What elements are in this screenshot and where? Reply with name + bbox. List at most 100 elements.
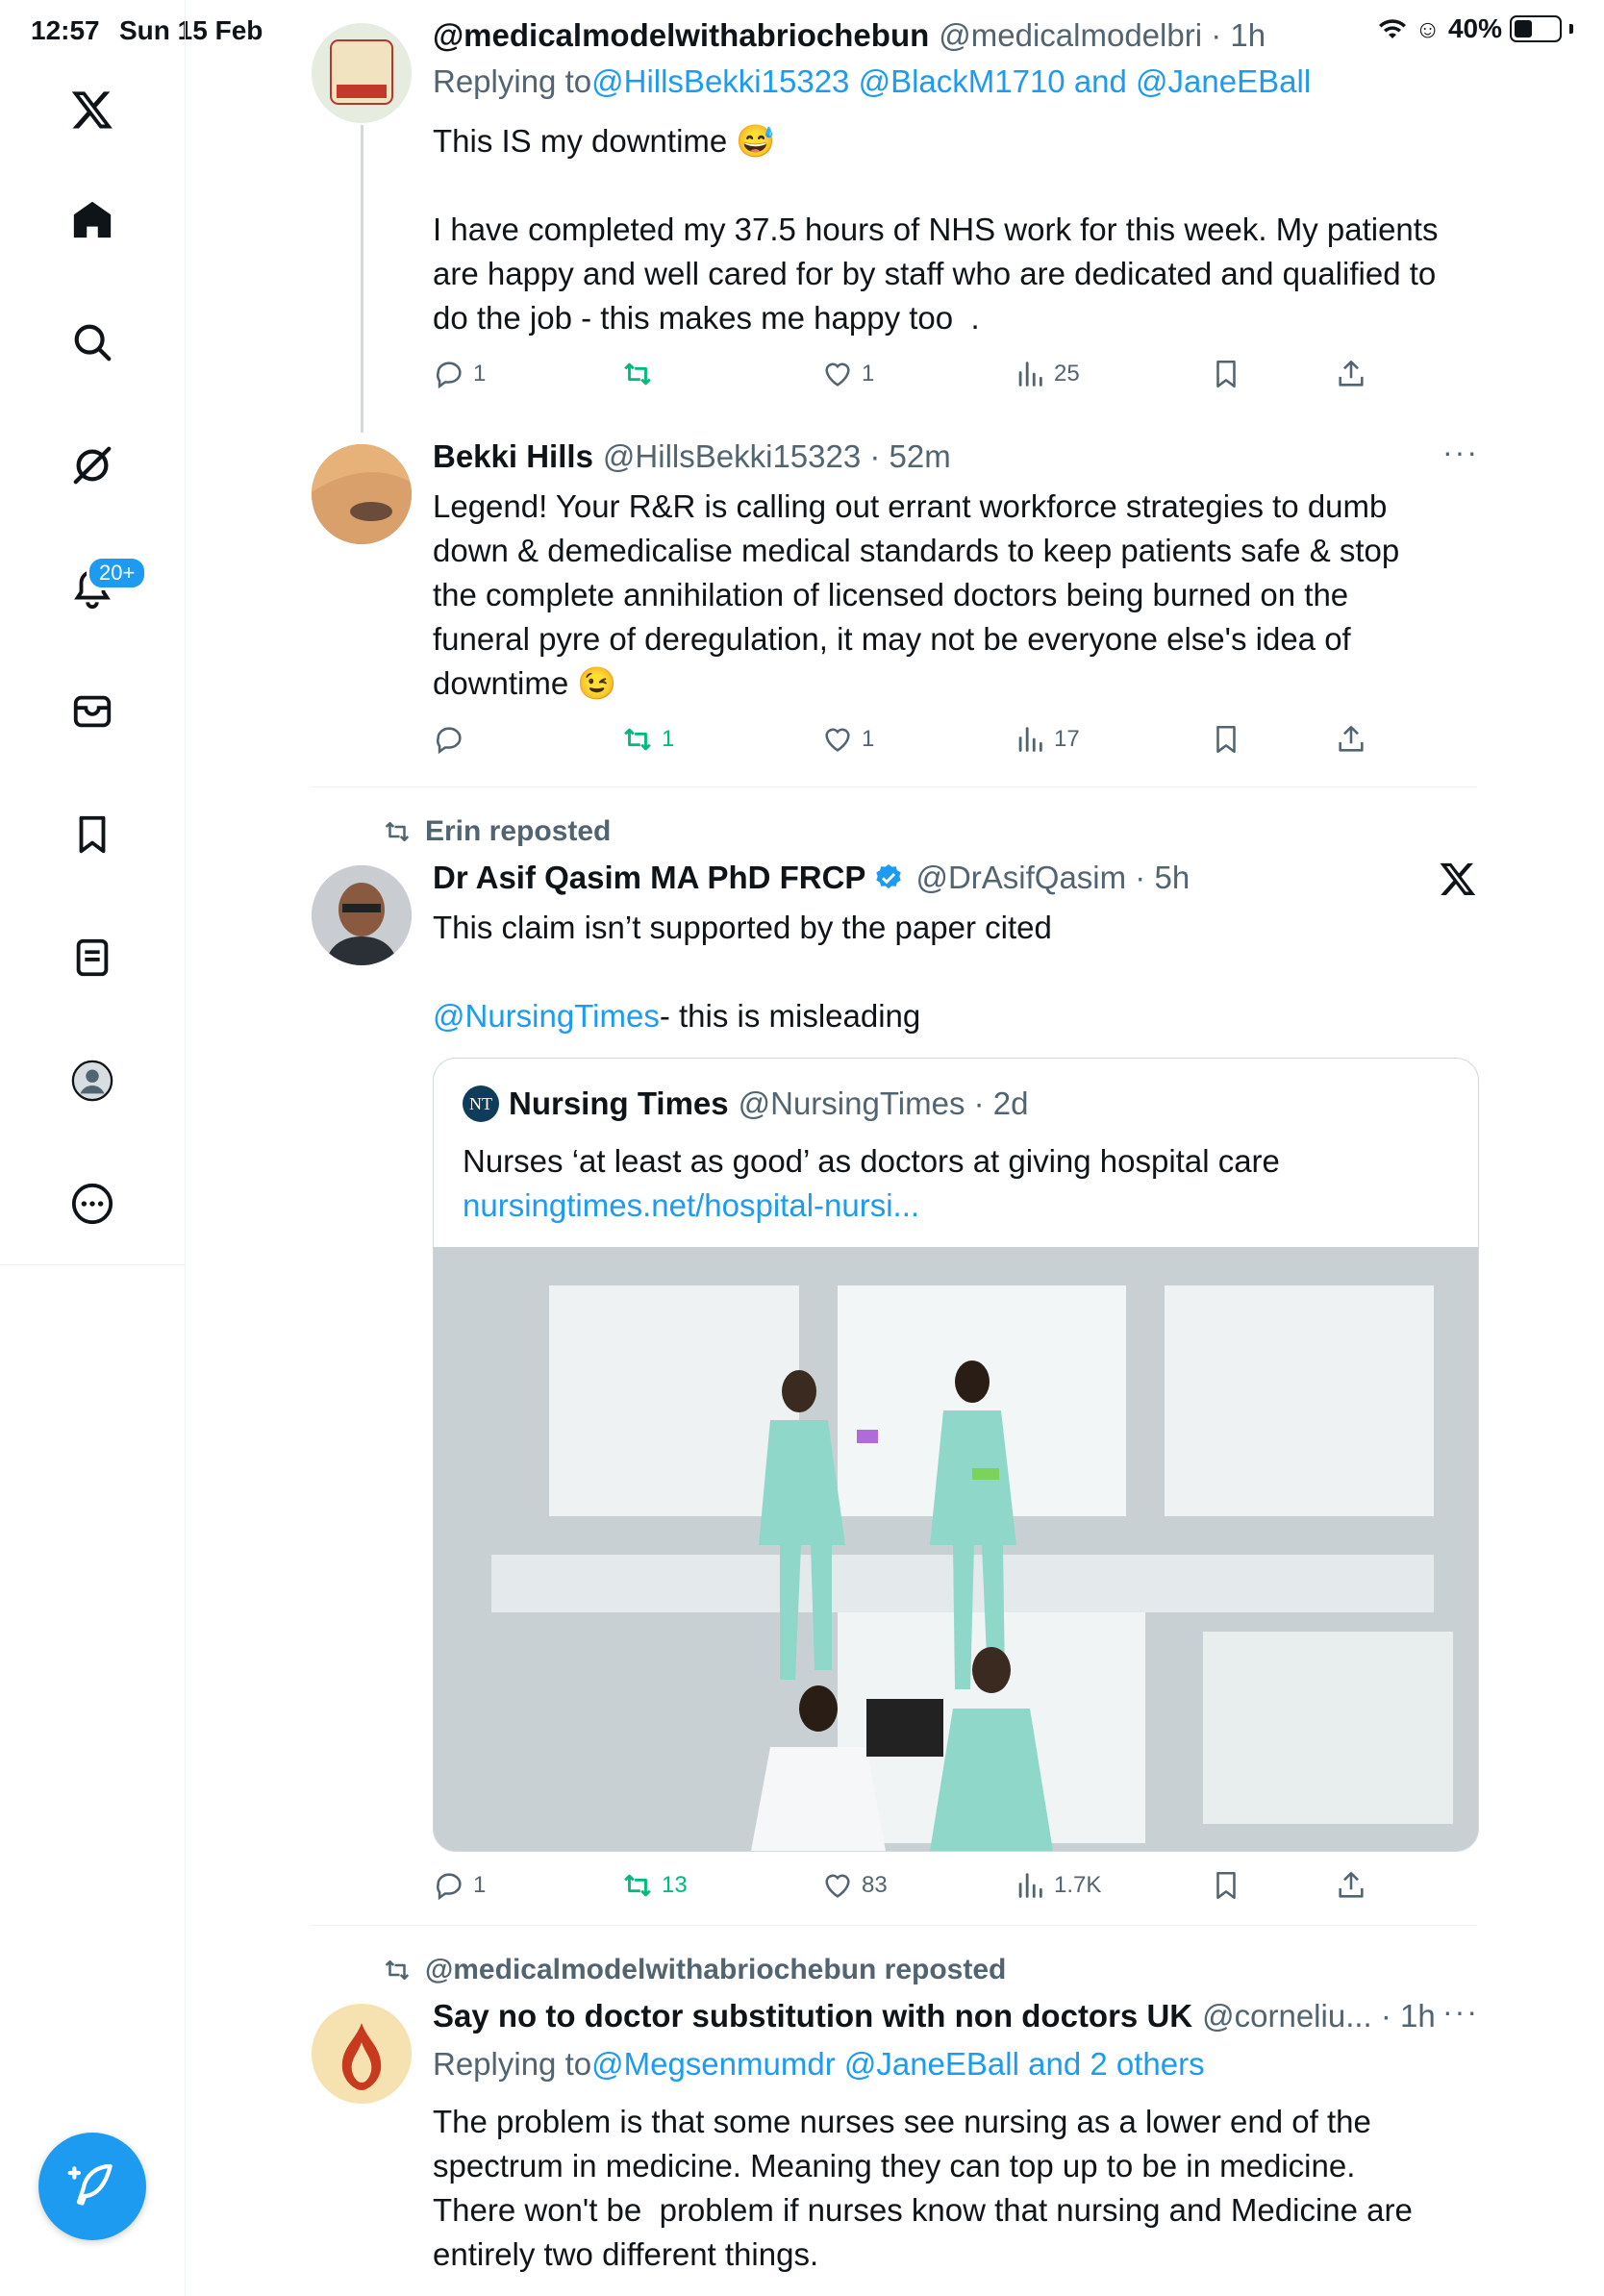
sidebar-divider <box>0 1264 185 1265</box>
tweet-text-line: This IS my downtime 😅 <box>433 123 776 159</box>
author-name[interactable]: Bekki Hills <box>433 438 593 475</box>
quote-time: 2d <box>992 1086 1029 1121</box>
quote-author-handle: @NursingTimes <box>738 1086 965 1121</box>
bookmark-icon <box>1216 725 1236 754</box>
profile-icon[interactable] <box>63 1052 121 1110</box>
bookmark-button[interactable] <box>1210 723 1242 756</box>
x-logo-icon[interactable] <box>63 81 121 138</box>
repost-count: 13 <box>662 1872 688 1898</box>
reply-icon <box>437 1873 462 1901</box>
repost-icon <box>385 1960 410 1980</box>
tweet-time[interactable]: 52m <box>890 438 951 475</box>
share-icon <box>1339 360 1364 387</box>
share-button[interactable] <box>1335 1869 1367 1902</box>
mention-link[interactable]: @NursingTimes <box>433 994 660 1038</box>
author-name[interactable]: @medicalmodelwithabriochebun <box>433 17 929 54</box>
replying-mentions[interactable]: @HillsBekki15323 @BlackM1710 and @JaneEB… <box>591 63 1311 100</box>
share-icon <box>1339 1871 1364 1898</box>
tweet-actions: 1 1 17 <box>433 723 1394 761</box>
compose-button[interactable] <box>38 2133 146 2240</box>
avatar[interactable] <box>312 444 412 544</box>
views-icon <box>1018 1873 1042 1898</box>
avatar[interactable] <box>312 2004 412 2104</box>
tweet-time[interactable]: 5h <box>1154 860 1190 896</box>
lists-icon[interactable] <box>63 929 121 986</box>
home-icon[interactable] <box>63 190 121 248</box>
repost-icon <box>624 1874 651 1897</box>
avatar[interactable] <box>312 865 412 965</box>
view-count: 25 <box>1054 361 1080 387</box>
author-handle[interactable]: @HillsBekki15323 <box>603 438 861 475</box>
view-count: 17 <box>1054 726 1080 752</box>
heart-icon <box>825 1874 850 1898</box>
compose-feather-icon <box>67 2163 113 2206</box>
author-name[interactable]: Dr Asif Qasim MA PhD FRCP <box>433 860 865 896</box>
bookmark-button[interactable] <box>1210 1869 1242 1902</box>
repost-button[interactable]: 13 <box>621 1869 688 1902</box>
reply-count: 1 <box>473 361 487 387</box>
repost-icon <box>624 728 651 751</box>
replying-prefix: Replying to <box>433 63 592 99</box>
tweet-header: Dr Asif Qasim MA PhD FRCP @DrAsifQasim ·… <box>433 860 1190 896</box>
share-button[interactable] <box>1335 358 1367 390</box>
bookmarks-icon[interactable] <box>63 806 121 863</box>
tweet-actions: 1 13 83 1.7K <box>433 1869 1394 1908</box>
avatar[interactable] <box>312 23 412 123</box>
repost-count: 1 <box>662 726 675 752</box>
like-button[interactable]: 83 <box>821 1869 888 1902</box>
author-handle[interactable]: @corneliu... <box>1202 1998 1372 2034</box>
more-icon[interactable] <box>63 1175 121 1233</box>
share-button[interactable] <box>1335 723 1367 756</box>
repost-button[interactable]: 1 <box>621 723 674 756</box>
screen-record-icon: ☺ <box>1415 13 1441 43</box>
views-icon <box>1018 362 1042 387</box>
notifications-badge: 20+ <box>87 556 148 590</box>
replying-prefix: Replying to <box>433 2046 592 2082</box>
views-button[interactable]: 25 <box>1014 358 1080 390</box>
grok-icon[interactable] <box>63 437 121 494</box>
thread-line <box>361 125 363 433</box>
tweet-divider <box>311 1925 1477 1926</box>
views-icon <box>1018 727 1042 752</box>
tweet-text: Legend! Your R&R is calling out errant w… <box>433 488 1400 701</box>
repost-button[interactable] <box>621 358 662 390</box>
view-count: 1.7K <box>1054 1872 1102 1898</box>
author-name[interactable]: Say no to doctor substitution with non d… <box>433 1998 1192 2034</box>
reply-button[interactable]: 1 <box>433 1869 486 1902</box>
quote-link[interactable]: nursingtimes.net/hospital-nursi... <box>463 1184 919 1228</box>
battery-icon <box>1510 15 1562 42</box>
more-options-button[interactable]: ··· <box>1442 1994 1479 2030</box>
author-handle[interactable]: @DrAsifQasim <box>915 860 1126 896</box>
like-count: 1 <box>862 726 875 752</box>
tweet-text: I have completed my 37.5 hours of NHS wo… <box>433 212 1439 336</box>
tweet-divider <box>311 786 1477 787</box>
tweet-header: Say no to doctor substitution with non d… <box>433 1998 1436 2034</box>
like-button[interactable]: 1 <box>821 358 874 390</box>
bookmark-button[interactable] <box>1210 358 1242 390</box>
repost-label-text[interactable]: @medicalmodelwithabriochebun reposted <box>425 1954 1006 1986</box>
search-icon[interactable] <box>63 313 121 371</box>
like-count: 1 <box>862 361 875 387</box>
repost-label: @medicalmodelwithabriochebun reposted <box>383 1954 1006 1986</box>
tweet-header: @medicalmodelwithabriochebun @medicalmod… <box>433 17 1266 54</box>
quoted-tweet-card[interactable]: NT Nursing Times @NursingTimes · 2d Nurs… <box>433 1058 1479 1852</box>
reply-button[interactable] <box>433 723 473 756</box>
reply-icon <box>437 362 462 389</box>
x-logo-icon[interactable] <box>1439 860 1481 902</box>
views-button[interactable]: 17 <box>1014 723 1080 756</box>
repost-label-text[interactable]: Erin reposted <box>425 815 611 848</box>
views-button[interactable]: 1.7K <box>1014 1869 1101 1902</box>
status-indicators: ☺ 40% <box>1378 13 1573 44</box>
repost-icon <box>624 362 651 386</box>
reply-count: 1 <box>473 1872 487 1898</box>
more-options-button[interactable]: ··· <box>1442 435 1479 470</box>
reply-button[interactable]: 1 <box>433 358 486 390</box>
replying-mentions[interactable]: @Megsenmumdr @JaneEBall and 2 others <box>591 2046 1204 2083</box>
like-button[interactable]: 1 <box>821 723 874 756</box>
quote-image[interactable] <box>434 1247 1478 1851</box>
tweet-time[interactable]: 1h <box>1230 17 1266 54</box>
tweet-time[interactable]: 1h <box>1400 1998 1436 2034</box>
author-handle[interactable]: @medicalmodelbri <box>939 17 1202 54</box>
messages-icon[interactable] <box>63 683 121 740</box>
replying-to: Replying to @Megsenmumdr @JaneEBall and … <box>433 2046 1205 2083</box>
